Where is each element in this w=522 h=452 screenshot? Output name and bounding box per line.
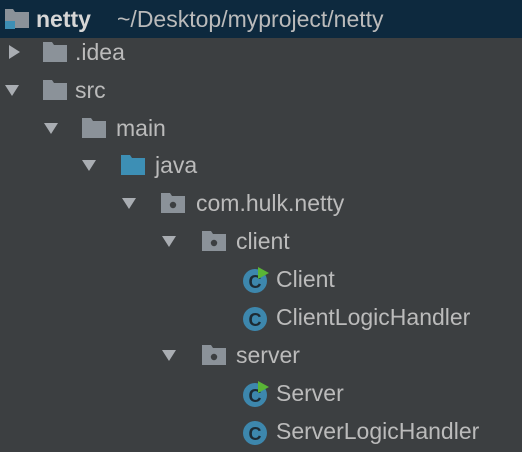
triangle-down-icon[interactable]: [161, 347, 177, 363]
class-icon: C: [241, 266, 271, 294]
class-icon: C: [241, 380, 271, 408]
svg-text:C: C: [249, 424, 262, 444]
tree-label-main: main: [116, 115, 166, 141]
package-icon: [201, 230, 226, 252]
folder-icon: [42, 41, 67, 63]
tree-row-server-handler[interactable]: C ServerLogicHandler: [0, 412, 522, 450]
triangle-right-icon[interactable]: [6, 44, 22, 60]
tree-label-package: com.hulk.netty: [196, 190, 345, 216]
source-folder-icon: [120, 154, 145, 176]
tree-row-idea[interactable]: .idea: [0, 33, 522, 71]
tree-label-idea: .idea: [75, 39, 125, 65]
tree-row-main[interactable]: main: [0, 109, 522, 147]
tree-row-package[interactable]: com.hulk.netty: [0, 184, 522, 222]
svg-text:C: C: [249, 310, 262, 330]
tree-label-client-handler: ClientLogicHandler: [276, 304, 471, 330]
tree-row-client-package[interactable]: client: [0, 222, 522, 260]
tree-label-server-handler: ServerLogicHandler: [276, 418, 480, 444]
folder-icon: [42, 79, 67, 101]
tree-row-java[interactable]: java: [0, 146, 522, 184]
package-icon: [201, 344, 226, 366]
tree-row-server-class[interactable]: C Server: [0, 374, 522, 412]
tree-row-client-class[interactable]: C Client: [0, 260, 522, 298]
class-icon: C: [241, 304, 271, 332]
package-icon: [160, 192, 185, 214]
tree-row-src[interactable]: src: [0, 71, 522, 109]
triangle-down-icon[interactable]: [81, 157, 97, 173]
tree-row-server-package[interactable]: server: [0, 336, 522, 374]
tree-label-client-package: client: [236, 228, 290, 254]
tree-row-client-handler[interactable]: C ClientLogicHandler: [0, 298, 522, 336]
triangle-down-icon[interactable]: [121, 195, 137, 211]
tree-label-server-package: server: [236, 342, 300, 368]
tree-label-server-class: Server: [276, 380, 344, 406]
tree-label-src: src: [75, 77, 106, 103]
folder-icon: [81, 117, 106, 139]
triangle-down-icon[interactable]: [4, 82, 20, 98]
tree-label-java: java: [155, 152, 198, 178]
triangle-down-icon[interactable]: [161, 233, 177, 249]
tree-label-client-class: Client: [276, 266, 335, 292]
project-folder-icon: [4, 6, 29, 29]
class-icon: C: [241, 418, 271, 446]
project-tree: netty ~/Desktop/myproject/netty .idea sr…: [0, 0, 522, 452]
triangle-down-icon[interactable]: [43, 120, 59, 136]
